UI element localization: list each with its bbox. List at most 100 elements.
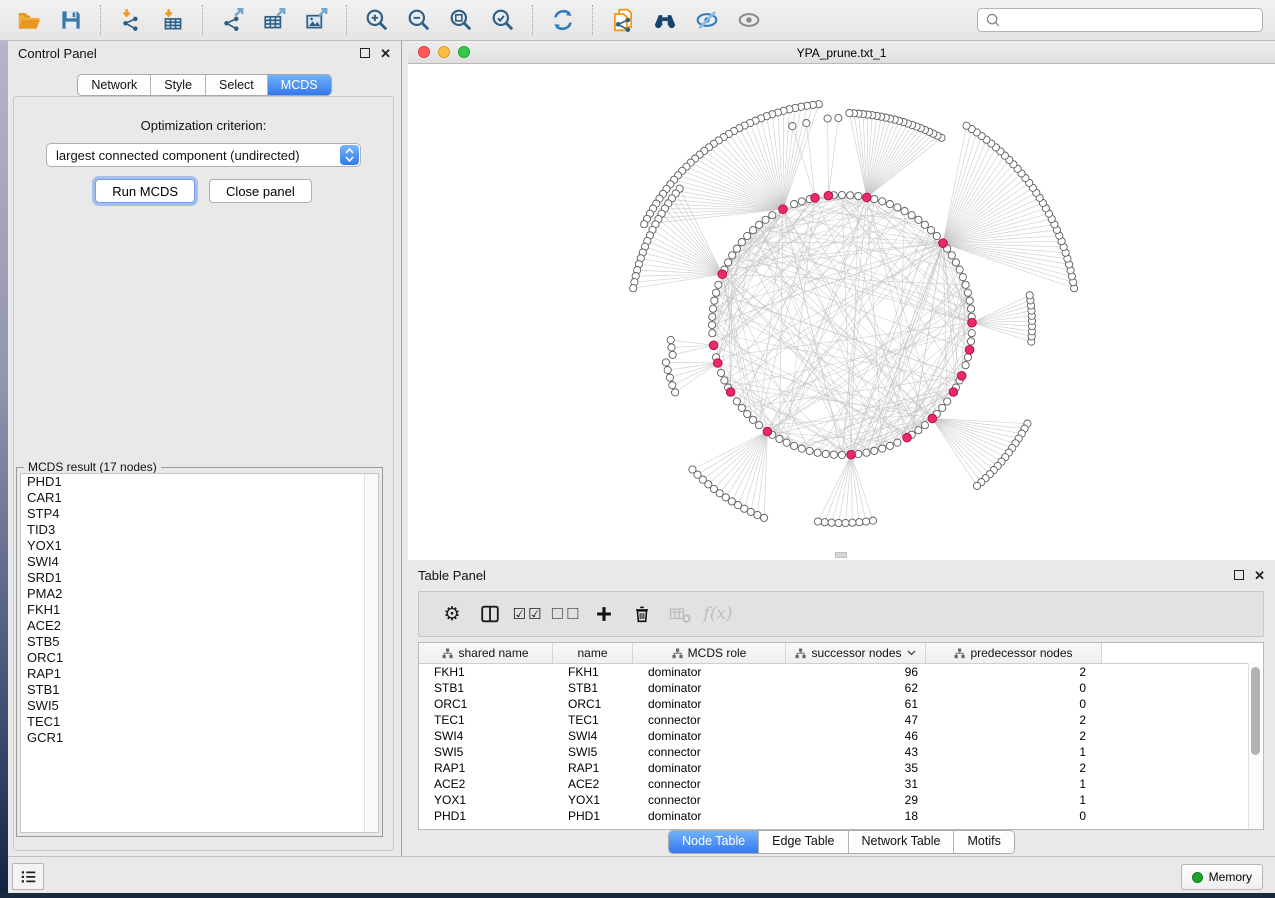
tab-node-table[interactable]: Node Table: [669, 831, 758, 853]
delete-column-button[interactable]: [623, 595, 661, 633]
graph-node[interactable]: [973, 482, 980, 489]
graph-node[interactable]: [762, 216, 769, 223]
mcds-node-item[interactable]: PHD1: [21, 474, 378, 490]
close-panel-button[interactable]: Close panel: [209, 179, 312, 203]
table-cell[interactable]: FKH1: [419, 665, 553, 679]
table-row[interactable]: SWI4SWI4dominator462: [419, 728, 1263, 744]
graph-node[interactable]: [738, 404, 745, 411]
graph-node[interactable]: [669, 382, 676, 389]
table-cell[interactable]: 1: [926, 793, 1102, 807]
mcds-node-item[interactable]: ORC1: [21, 650, 378, 666]
graph-node[interactable]: [901, 208, 908, 215]
graph-node[interactable]: [821, 519, 828, 526]
graph-node[interactable]: [927, 227, 934, 234]
graph-node[interactable]: [711, 297, 718, 304]
table-cell[interactable]: dominator: [633, 681, 786, 695]
table-cell[interactable]: 31: [786, 777, 926, 791]
graph-node[interactable]: [713, 289, 720, 296]
graph-node[interactable]: [1026, 292, 1033, 299]
criterion-select[interactable]: largest connected component (undirected): [46, 143, 361, 167]
table-cell[interactable]: 0: [926, 697, 1102, 711]
graph-node[interactable]: [915, 427, 922, 434]
column-header-shared-name[interactable]: shared name: [419, 643, 553, 663]
table-cell[interactable]: PHD1: [553, 809, 633, 823]
table-cell[interactable]: TEC1: [419, 713, 553, 727]
graph-hub-node[interactable]: [718, 270, 727, 279]
graph-hub-node[interactable]: [968, 318, 977, 327]
graph-node[interactable]: [856, 519, 863, 526]
table-cell[interactable]: SWI5: [553, 745, 633, 759]
mcds-node-item[interactable]: CAR1: [21, 490, 378, 506]
graph-node[interactable]: [709, 330, 716, 337]
graph-node[interactable]: [689, 466, 696, 473]
add-column-button[interactable]: [585, 595, 623, 633]
table-cell[interactable]: 47: [786, 713, 926, 727]
table-cell[interactable]: 43: [786, 745, 926, 759]
tab-motifs[interactable]: Motifs: [953, 831, 1013, 853]
tab-select[interactable]: Select: [205, 75, 267, 95]
graph-node[interactable]: [828, 519, 835, 526]
graph-node[interactable]: [869, 517, 876, 524]
graph-node[interactable]: [749, 416, 756, 423]
graph-node[interactable]: [952, 259, 959, 266]
graph-hub-node[interactable]: [709, 341, 718, 350]
mcds-node-item[interactable]: RAP1: [21, 666, 378, 682]
float-table-panel-icon[interactable]: [1234, 570, 1244, 580]
table-cell[interactable]: 29: [786, 793, 926, 807]
graph-node[interactable]: [718, 369, 725, 376]
hide-eye-button[interactable]: [686, 3, 728, 37]
graph-node[interactable]: [672, 389, 679, 396]
table-cell[interactable]: 2: [926, 665, 1102, 679]
graph-node[interactable]: [908, 212, 915, 219]
table-cell[interactable]: 1: [926, 777, 1102, 791]
graph-node[interactable]: [769, 212, 776, 219]
graph-node[interactable]: [798, 198, 805, 205]
settings-gear-button[interactable]: ⚙: [433, 595, 471, 633]
graph-node[interactable]: [662, 359, 669, 366]
graph-node[interactable]: [964, 289, 971, 296]
column-header-name[interactable]: name: [553, 643, 633, 663]
mcds-node-item[interactable]: STB5: [21, 634, 378, 650]
table-cell[interactable]: dominator: [633, 665, 786, 679]
zoom-selected-button[interactable]: [482, 3, 524, 37]
table-row[interactable]: YOX1YOX1connector291: [419, 792, 1263, 808]
graph-node[interactable]: [814, 449, 821, 456]
mcds-node-item[interactable]: YOX1: [21, 538, 378, 554]
select-all-button[interactable]: ☑☑: [509, 595, 547, 633]
graph-node[interactable]: [933, 232, 940, 239]
graph-node[interactable]: [806, 447, 813, 454]
table-row[interactable]: RAP1RAP1dominator352: [419, 760, 1263, 776]
mcds-node-item[interactable]: STB1: [21, 682, 378, 698]
graph-node[interactable]: [668, 344, 675, 351]
graph-node[interactable]: [879, 198, 886, 205]
graph-node[interactable]: [733, 245, 740, 252]
graph-node[interactable]: [962, 362, 969, 369]
table-cell[interactable]: 1: [926, 745, 1102, 759]
table-row[interactable]: TEC1TEC1connector472: [419, 712, 1263, 728]
mcds-node-item[interactable]: TID3: [21, 522, 378, 538]
graph-hub-node[interactable]: [957, 372, 966, 381]
table-cell[interactable]: 0: [926, 681, 1102, 695]
graph-node[interactable]: [886, 442, 893, 449]
graph-node[interactable]: [783, 439, 790, 446]
mcds-node-item[interactable]: TEC1: [21, 714, 378, 730]
graph-node[interactable]: [871, 196, 878, 203]
table-cell[interactable]: YOX1: [419, 793, 553, 807]
table-cell[interactable]: 18: [786, 809, 926, 823]
table-row[interactable]: ACE2ACE2connector311: [419, 776, 1263, 792]
zoom-out-button[interactable]: [398, 3, 440, 37]
zoom-in-button[interactable]: [356, 3, 398, 37]
table-cell[interactable]: ORC1: [419, 697, 553, 711]
graph-node[interactable]: [962, 281, 969, 288]
graph-node[interactable]: [959, 274, 966, 281]
float-panel-icon[interactable]: [360, 48, 370, 58]
graph-node[interactable]: [641, 221, 648, 228]
table-cell[interactable]: 2: [926, 729, 1102, 743]
splitter-grip[interactable]: [835, 552, 847, 558]
table-cell[interactable]: 35: [786, 761, 926, 775]
graph-node[interactable]: [721, 377, 728, 384]
tab-network[interactable]: Network: [78, 75, 150, 95]
graph-hub-node[interactable]: [779, 205, 788, 214]
mcds-node-item[interactable]: STP4: [21, 506, 378, 522]
network-graph[interactable]: [408, 64, 1275, 560]
